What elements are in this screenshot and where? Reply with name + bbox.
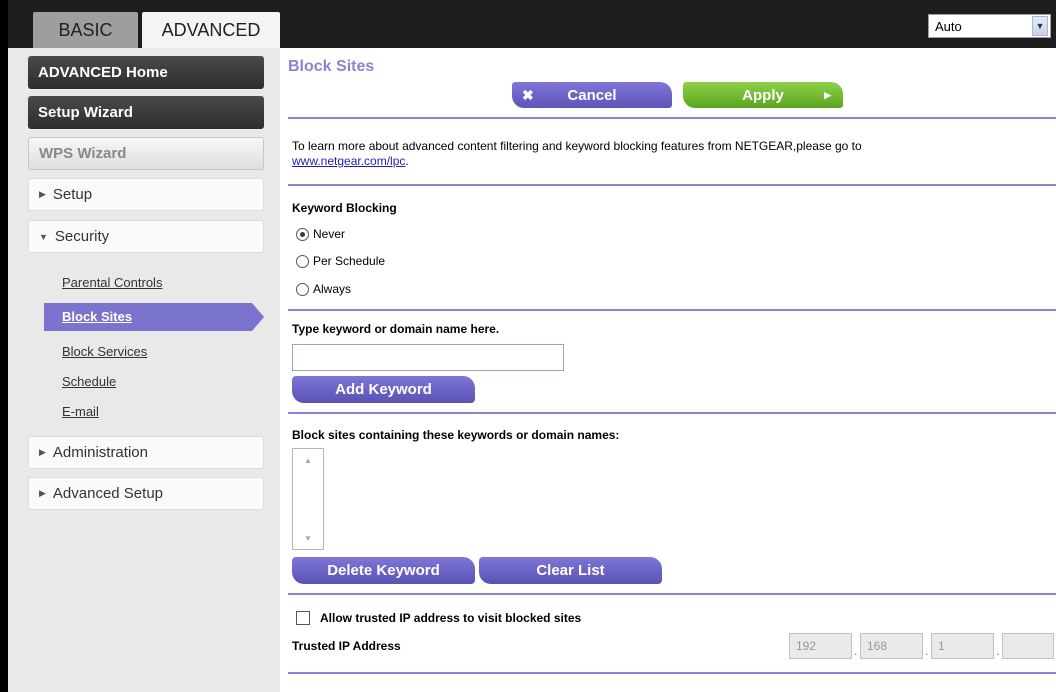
divider xyxy=(288,672,1056,674)
allow-trusted-ip-label: Allow trusted IP address to visit blocke… xyxy=(320,611,582,625)
sidebar-item-advanced-setup[interactable]: ▶ Advanced Setup xyxy=(28,477,264,510)
intro-suffix: . xyxy=(405,154,409,168)
divider xyxy=(288,184,1056,186)
radio-never[interactable]: Never xyxy=(296,227,345,241)
page-title: Block Sites xyxy=(288,58,375,75)
arrow-right-icon: ▶ xyxy=(824,89,831,100)
intro-text: To learn more about advanced content fil… xyxy=(292,139,1052,169)
ip-dot: . xyxy=(996,644,1000,658)
sidebar-item-label: Setup xyxy=(52,186,93,203)
divider xyxy=(288,412,1056,414)
sidebar: ADVANCED Home Setup Wizard WPS Wizard ▶ … xyxy=(8,48,280,692)
sidebar-subitem-block-services[interactable]: Block Services xyxy=(62,344,147,359)
intro-sentence: To learn more about advanced content fil… xyxy=(292,139,862,153)
sidebar-item-label: Advanced Setup xyxy=(52,485,164,502)
apply-button[interactable]: Apply ▶ xyxy=(683,82,843,108)
close-icon: ✖ xyxy=(522,86,534,103)
scroll-down-icon[interactable]: ▼ xyxy=(295,531,321,545)
radio-label: Never xyxy=(313,227,346,241)
blocked-keywords-list[interactable]: ▲ ▼ xyxy=(292,448,324,550)
caret-right-icon: ▶ xyxy=(39,447,46,457)
add-keyword-button[interactable]: Add Keyword xyxy=(292,376,475,403)
language-select-value: Auto xyxy=(935,18,962,34)
language-select[interactable]: Auto ▼ xyxy=(928,14,1051,38)
scroll-up-icon[interactable]: ▲ xyxy=(295,453,321,467)
delete-keyword-button[interactable]: Delete Keyword xyxy=(292,557,475,584)
sidebar-item-setup[interactable]: ▶ Setup xyxy=(28,178,264,211)
trusted-ip-octet-2[interactable]: 168 xyxy=(860,633,923,659)
chevron-down-icon[interactable]: ▼ xyxy=(1032,16,1048,36)
sidebar-subitem-schedule[interactable]: Schedule xyxy=(62,374,116,389)
divider xyxy=(288,117,1056,119)
netgear-lpc-link[interactable]: www.netgear.com/lpc xyxy=(292,154,405,168)
cancel-button[interactable]: ✖ Cancel xyxy=(512,82,672,108)
ip-dot: . xyxy=(854,644,858,658)
trusted-ip-octet-1[interactable]: 192 xyxy=(789,633,852,659)
radio-per-schedule[interactable]: Per Schedule xyxy=(296,254,385,268)
top-bar: BASIC ADVANCED Auto ▼ xyxy=(8,0,1056,48)
keyword-input[interactable] xyxy=(292,344,564,371)
block-list-label: Block sites containing these keywords or… xyxy=(292,428,620,442)
sidebar-subitem-parental-controls[interactable]: Parental Controls xyxy=(62,275,162,290)
radio-always[interactable]: Always xyxy=(296,282,351,296)
trusted-ip-label: Trusted IP Address xyxy=(292,639,401,653)
radio-label: Always xyxy=(313,282,352,296)
sidebar-subitem-block-sites[interactable]: Block Sites xyxy=(44,303,252,331)
cancel-button-label: Cancel xyxy=(567,86,617,104)
radio-button[interactable] xyxy=(296,254,309,268)
trusted-ip-octet-4[interactable] xyxy=(1002,633,1054,659)
ip-dot: . xyxy=(925,644,929,658)
sidebar-item-administration[interactable]: ▶ Administration xyxy=(28,436,264,469)
tab-basic[interactable]: BASIC xyxy=(33,12,138,48)
keyword-input-label: Type keyword or domain name here. xyxy=(292,322,500,336)
radio-label: Per Schedule xyxy=(313,254,386,268)
tab-advanced[interactable]: ADVANCED xyxy=(142,12,280,48)
router-admin-page: BASIC ADVANCED Auto ▼ ADVANCED Home Setu… xyxy=(0,0,1056,692)
radio-button[interactable] xyxy=(296,227,309,241)
keyword-blocking-label: Keyword Blocking xyxy=(292,201,397,215)
sidebar-item-wps-wizard[interactable]: WPS Wizard xyxy=(28,137,264,170)
divider xyxy=(288,593,1056,595)
sidebar-item-label: Security xyxy=(54,228,110,245)
radio-button[interactable] xyxy=(296,282,309,296)
caret-down-icon: ▼ xyxy=(39,231,48,242)
caret-right-icon: ▶ xyxy=(39,189,46,199)
sidebar-item-advanced-home[interactable]: ADVANCED Home xyxy=(28,56,264,89)
sidebar-item-security[interactable]: ▼ Security xyxy=(28,220,264,253)
sidebar-subitem-email[interactable]: E-mail xyxy=(62,404,99,419)
active-indicator-arrow xyxy=(252,303,264,331)
sidebar-item-setup-wizard[interactable]: Setup Wizard xyxy=(28,96,264,129)
caret-right-icon: ▶ xyxy=(39,488,46,498)
apply-button-label: Apply xyxy=(742,86,784,104)
clear-list-button[interactable]: Clear List xyxy=(479,557,662,584)
divider xyxy=(288,309,1056,311)
main-content: Block Sites ✖ Cancel Apply ▶ To learn mo… xyxy=(280,48,1056,692)
allow-trusted-ip-row[interactable]: Allow trusted IP address to visit blocke… xyxy=(296,611,581,625)
sidebar-item-label: Administration xyxy=(52,444,148,461)
allow-trusted-ip-checkbox[interactable] xyxy=(296,611,310,625)
trusted-ip-octet-3[interactable]: 1 xyxy=(931,633,994,659)
sidebar-subitem-label: Block Sites xyxy=(62,309,133,324)
